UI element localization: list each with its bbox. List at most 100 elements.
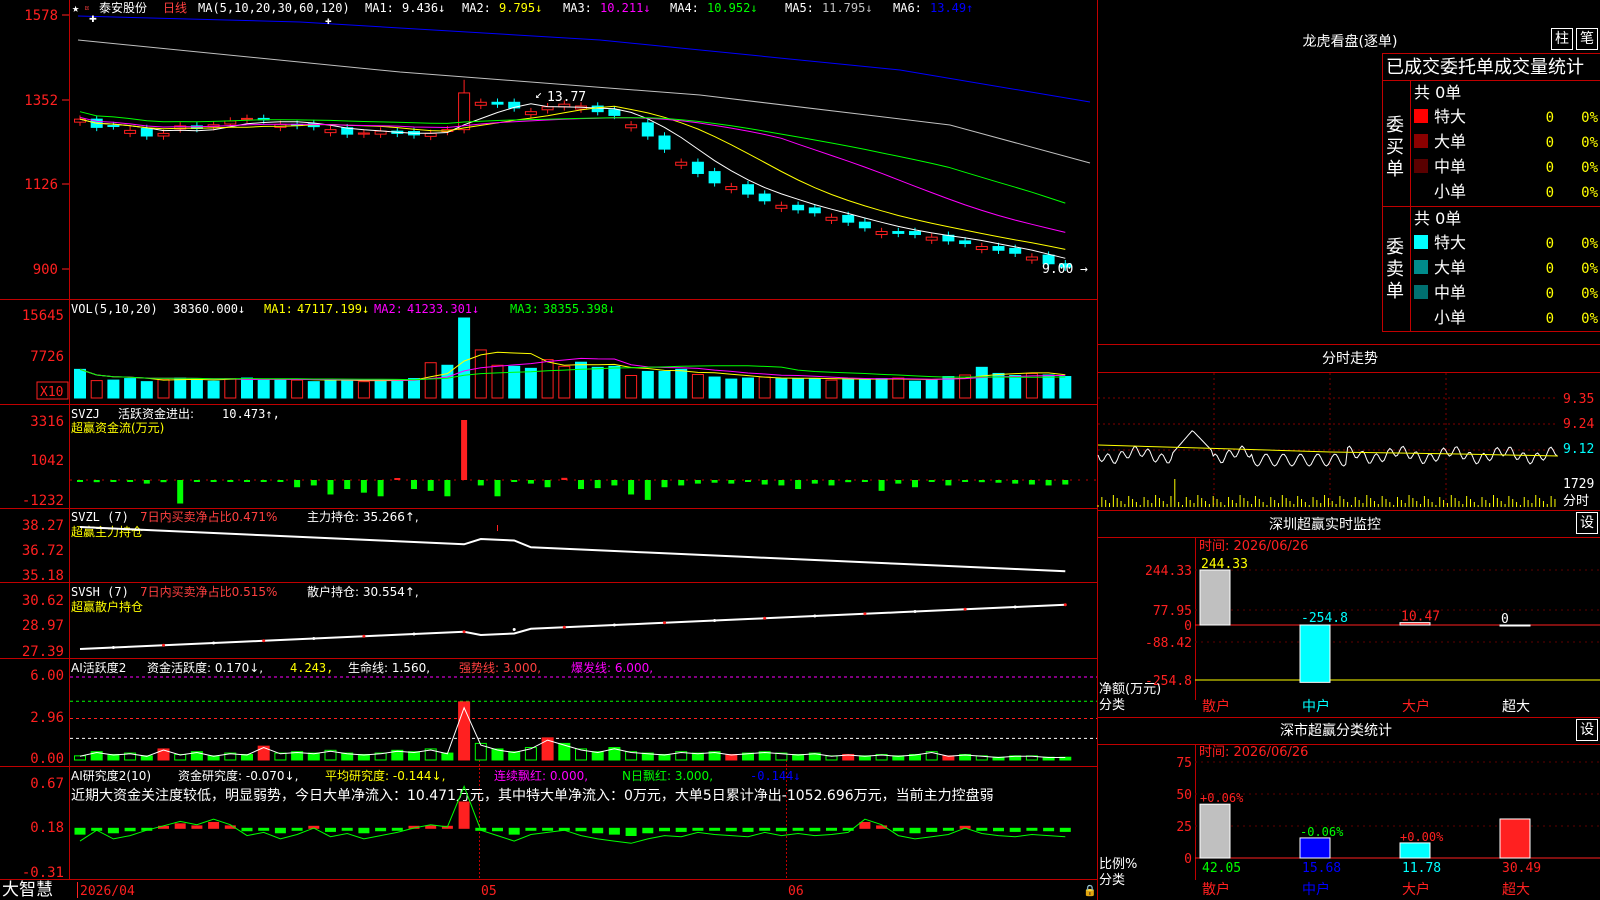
volume-bar[interactable] bbox=[1059, 376, 1072, 399]
flow-bar[interactable] bbox=[477, 480, 484, 486]
activity-bar[interactable] bbox=[157, 748, 170, 761]
flow-bar[interactable] bbox=[678, 480, 685, 486]
research-bar[interactable] bbox=[74, 827, 86, 835]
candle-body[interactable] bbox=[875, 231, 888, 236]
candle-body[interactable] bbox=[1009, 247, 1022, 254]
classification-chart[interactable]: 75 50 25 0 +0.06% 42.05 散户 -0.06% 15.68 中户 +0.00% 1… bbox=[1176, 756, 1600, 898]
volume-bar[interactable] bbox=[491, 364, 504, 399]
candle-body[interactable] bbox=[625, 124, 638, 129]
flow-bar[interactable] bbox=[945, 480, 952, 486]
flow-bar[interactable] bbox=[778, 480, 785, 486]
research-bar[interactable] bbox=[775, 827, 787, 832]
research-bar[interactable] bbox=[809, 827, 821, 832]
flow-bar[interactable] bbox=[344, 480, 351, 490]
flow-bar[interactable] bbox=[795, 480, 802, 490]
flow-bar[interactable] bbox=[310, 480, 317, 486]
volume-bar[interactable] bbox=[641, 370, 654, 399]
research-bar[interactable] bbox=[391, 827, 403, 831]
category-bar[interactable] bbox=[1499, 818, 1531, 859]
candle-body[interactable] bbox=[541, 106, 554, 111]
candle-body[interactable] bbox=[241, 117, 253, 120]
volume-bar[interactable] bbox=[892, 377, 905, 399]
flow-bar[interactable] bbox=[360, 480, 367, 493]
capital-flow-chart[interactable] bbox=[70, 420, 1097, 504]
volume-bar[interactable] bbox=[1042, 374, 1055, 399]
research-bar[interactable] bbox=[258, 827, 270, 831]
flow-bar[interactable] bbox=[511, 480, 518, 482]
candle-body[interactable] bbox=[324, 129, 337, 134]
volume-bar[interactable] bbox=[942, 376, 955, 399]
flow-bar[interactable] bbox=[928, 480, 935, 482]
volume-bar[interactable] bbox=[174, 377, 187, 399]
candle-body[interactable] bbox=[742, 184, 754, 195]
flow-bar[interactable] bbox=[561, 477, 568, 480]
research-bar[interactable] bbox=[709, 827, 721, 831]
candlestick-chart[interactable] bbox=[74, 79, 1072, 271]
volume-bar[interactable] bbox=[691, 373, 704, 399]
candle-body[interactable] bbox=[658, 135, 671, 150]
candle-body[interactable] bbox=[758, 193, 771, 202]
research-bar[interactable] bbox=[608, 827, 620, 835]
volume-bar[interactable] bbox=[257, 379, 270, 399]
flow-bar[interactable] bbox=[811, 480, 818, 484]
flow-bar[interactable] bbox=[411, 480, 417, 490]
tick-mode-button[interactable]: 笔 bbox=[1576, 28, 1598, 50]
volume-bar[interactable] bbox=[140, 381, 153, 399]
stock-name[interactable]: 泰安股份 bbox=[99, 0, 147, 15]
flow-bar[interactable] bbox=[594, 480, 601, 489]
research-bar[interactable] bbox=[1026, 827, 1038, 831]
candle-body[interactable] bbox=[107, 125, 120, 128]
volume-bar[interactable] bbox=[124, 378, 137, 399]
flow-bar[interactable] bbox=[728, 480, 735, 484]
flow-bar[interactable] bbox=[277, 480, 284, 482]
flow-bar[interactable] bbox=[444, 480, 451, 497]
candle-body[interactable] bbox=[641, 122, 654, 137]
research-bar[interactable] bbox=[926, 827, 938, 832]
research-bar[interactable] bbox=[976, 827, 988, 831]
candle-body[interactable] bbox=[842, 214, 855, 223]
research-bar[interactable] bbox=[525, 827, 537, 831]
candle-body[interactable] bbox=[792, 204, 805, 211]
flow-bar[interactable] bbox=[995, 480, 1002, 483]
volume-bar[interactable] bbox=[541, 359, 554, 399]
activity-bar[interactable] bbox=[257, 745, 270, 761]
research-bar[interactable] bbox=[508, 827, 520, 835]
flow-bar[interactable] bbox=[160, 480, 167, 483]
research-bar[interactable] bbox=[642, 827, 654, 834]
flow-bar[interactable] bbox=[578, 480, 584, 490]
flow-bar[interactable] bbox=[761, 480, 768, 485]
research-bar[interactable] bbox=[107, 827, 119, 834]
volume-bar[interactable] bbox=[224, 378, 237, 399]
research-bar[interactable] bbox=[742, 827, 754, 832]
volume-bar[interactable] bbox=[357, 381, 370, 399]
flow-bar[interactable] bbox=[143, 480, 150, 484]
category-bar[interactable] bbox=[1199, 803, 1231, 859]
research-bar[interactable] bbox=[458, 801, 470, 829]
research-bar[interactable] bbox=[241, 827, 253, 832]
research-bar[interactable] bbox=[492, 827, 503, 832]
category-bar[interactable] bbox=[1299, 837, 1331, 859]
volume-bar[interactable] bbox=[675, 368, 688, 399]
research-bar[interactable] bbox=[291, 827, 303, 831]
candle-body[interactable] bbox=[975, 246, 988, 251]
candle-body[interactable] bbox=[608, 109, 621, 116]
flow-bar[interactable] bbox=[611, 480, 618, 486]
volume-bar[interactable] bbox=[508, 365, 521, 399]
research-bar[interactable] bbox=[575, 827, 587, 832]
volume-bar[interactable] bbox=[341, 379, 354, 399]
research-bar[interactable] bbox=[675, 827, 687, 832]
candle-body[interactable] bbox=[140, 128, 153, 137]
research-bar[interactable] bbox=[375, 827, 387, 832]
candle-body[interactable] bbox=[524, 111, 537, 116]
research-bar[interactable] bbox=[1059, 827, 1071, 832]
ai-activity-chart[interactable] bbox=[70, 676, 1097, 761]
flow-bar[interactable] bbox=[711, 480, 718, 483]
candle-body[interactable] bbox=[892, 231, 905, 234]
candle-body[interactable] bbox=[124, 129, 137, 134]
volume-bar[interactable] bbox=[925, 379, 938, 399]
volume-bar[interactable] bbox=[909, 380, 921, 399]
retail-holding-chart[interactable] bbox=[79, 603, 1067, 650]
flow-bar[interactable] bbox=[628, 480, 635, 495]
flow-bar[interactable] bbox=[1062, 480, 1069, 485]
classify-settings-button[interactable]: 设 bbox=[1576, 719, 1598, 741]
